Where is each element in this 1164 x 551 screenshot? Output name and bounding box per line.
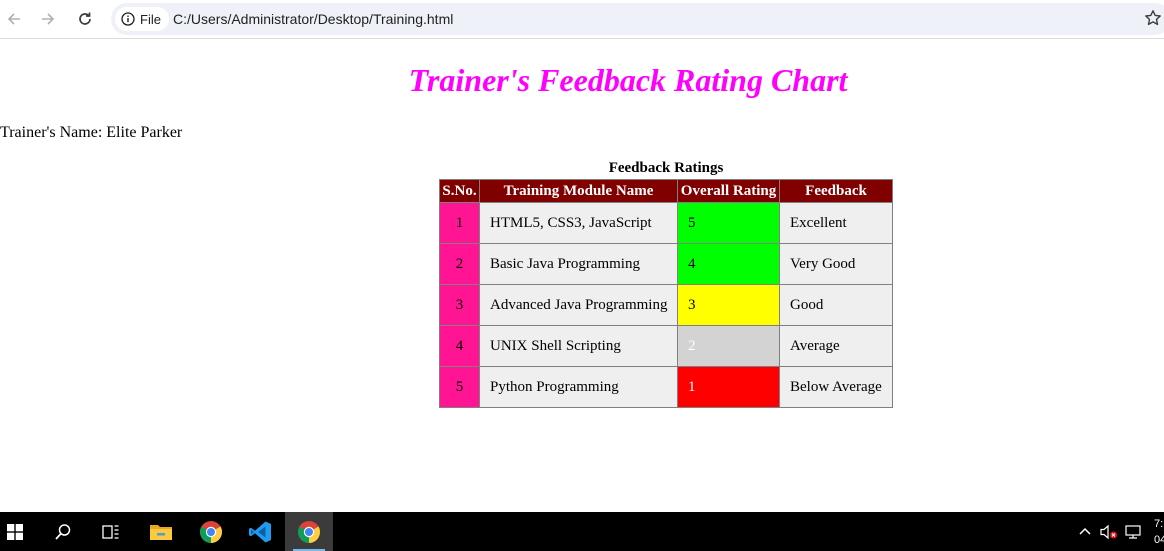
table-row: 3 Advanced Java Programming 3 Good — [439, 284, 893, 326]
page-title: Trainer's Feedback Rating Chart — [408, 62, 848, 98]
table-row: 4 UNIX Shell Scripting 2 Average — [439, 325, 893, 367]
forward-button[interactable] — [35, 6, 61, 32]
task-view-icon — [102, 524, 119, 539]
sno-cell: 3 — [439, 284, 480, 326]
header-module-name: Training Module Name — [479, 179, 678, 203]
browser-toolbar: File C:/Users/Administrator/Desktop/Trai… — [0, 0, 1164, 39]
table-row: 5 Python Programming 1 Below Average — [439, 366, 893, 408]
feedback-ratings-table: Feedback Ratings S.No. Training Module N… — [439, 158, 893, 408]
bookmark-star-icon[interactable] — [1144, 9, 1162, 27]
info-icon — [121, 12, 135, 26]
header-feedback: Feedback — [779, 179, 893, 203]
module-name-cell: UNIX Shell Scripting — [479, 325, 678, 367]
rating-cell: 2 — [677, 325, 780, 367]
feedback-cell: Very Good — [779, 243, 893, 285]
rating-cell: 5 — [677, 202, 780, 244]
feedback-cell: Below Average — [779, 366, 893, 408]
taskbar-search-button[interactable] — [39, 512, 87, 551]
trainer-name: Trainer's Name: Elite Parker — [0, 124, 183, 141]
module-name-cell: HTML5, CSS3, JavaScript — [479, 202, 678, 244]
arrow-right-icon — [42, 13, 55, 25]
module-name-cell: Python Programming — [479, 366, 678, 408]
network-icon[interactable] — [1125, 524, 1143, 540]
module-name-cell: Basic Java Programming — [479, 243, 678, 285]
chrome-icon — [298, 520, 320, 543]
volume-muted-icon[interactable] — [1100, 524, 1118, 540]
reload-icon — [79, 12, 91, 25]
taskbar-file-explorer[interactable] — [137, 512, 185, 551]
taskbar-chrome-active[interactable] — [285, 512, 333, 551]
system-clock[interactable]: 7: 04 — [1154, 516, 1164, 548]
rating-cell: 1 — [677, 366, 780, 408]
start-button[interactable] — [0, 512, 39, 551]
taskbar-chrome[interactable] — [187, 512, 235, 551]
table-row: 1 HTML5, CSS3, JavaScript 5 Excellent — [439, 202, 893, 244]
header-overall-rating: Overall Rating — [677, 179, 780, 203]
sno-cell: 5 — [439, 366, 480, 408]
arrow-left-icon — [7, 13, 20, 25]
table-caption: Feedback Ratings — [608, 160, 724, 176]
url-text[interactable]: C:/Users/Administrator/Desktop/Training.… — [173, 11, 453, 27]
taskbar: 7: 04 — [0, 512, 1164, 551]
clock-date: 04 — [1154, 534, 1164, 546]
reload-button[interactable] — [72, 6, 98, 32]
task-view-button[interactable] — [87, 512, 135, 551]
vscode-icon — [249, 521, 271, 542]
windows-start-icon — [7, 523, 23, 540]
table-header-row: S.No. Training Module Name Overall Ratin… — [439, 179, 893, 203]
back-button[interactable] — [1, 6, 27, 32]
site-info-chip[interactable]: File — [115, 7, 169, 31]
header-sno: S.No. — [439, 179, 480, 203]
site-chip-label: File — [140, 11, 161, 27]
sno-cell: 2 — [439, 243, 480, 285]
address-bar[interactable]: File C:/Users/Administrator/Desktop/Trai… — [111, 3, 1164, 35]
feedback-cell: Good — [779, 284, 893, 326]
table-row: 2 Basic Java Programming 4 Very Good — [439, 243, 893, 285]
sno-cell: 4 — [439, 325, 480, 367]
search-icon — [55, 523, 71, 540]
chrome-icon — [200, 520, 222, 543]
feedback-cell: Excellent — [779, 202, 893, 244]
taskbar-vscode[interactable] — [236, 512, 284, 551]
clock-time: 7: — [1154, 518, 1164, 530]
chevron-up-icon[interactable] — [1078, 524, 1092, 538]
sno-cell: 1 — [439, 202, 480, 244]
rating-cell: 4 — [677, 243, 780, 285]
module-name-cell: Advanced Java Programming — [479, 284, 678, 326]
rating-cell: 3 — [677, 284, 780, 326]
file-explorer-icon — [150, 524, 172, 540]
feedback-cell: Average — [779, 325, 893, 367]
